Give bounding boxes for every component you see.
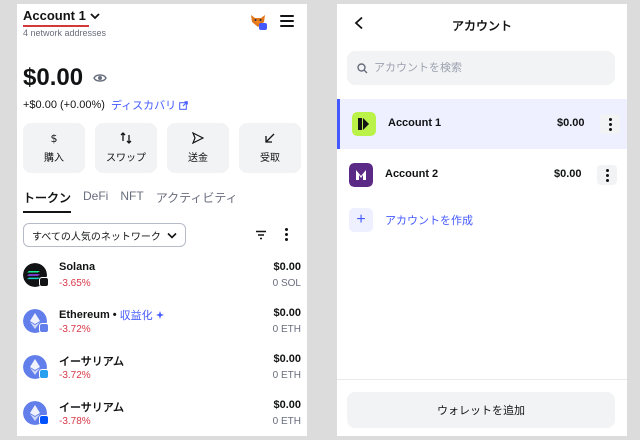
- search-icon: [357, 62, 368, 73]
- account-name: Account 2: [385, 168, 439, 180]
- balance-change-row: +$0.00 (+0.00%) ディスカバリ: [23, 97, 188, 113]
- chevron-down-icon: [90, 12, 100, 19]
- tab-activity[interactable]: アクティビティ: [156, 189, 238, 213]
- token-value: $0.00: [273, 307, 301, 319]
- page-title: アカウント: [451, 19, 512, 33]
- dollar-icon: $: [51, 132, 58, 144]
- token-amount: 0 SOL: [272, 278, 301, 289]
- account-balance: $0.00: [557, 117, 585, 129]
- token-value: $0.00: [273, 261, 301, 273]
- send-label: 送金: [188, 153, 208, 164]
- token-amount: 0 ETH: [272, 370, 301, 381]
- token-row[interactable]: Solana -3.65% $0.00 0 SOL: [23, 261, 301, 299]
- wallet-home-panel: Account 1 4 network addresses $0.00 +$0.…: [17, 4, 307, 436]
- swap-icon: [120, 132, 132, 144]
- divider: [337, 379, 627, 380]
- external-link-icon: [179, 100, 188, 110]
- account-search[interactable]: [347, 51, 615, 85]
- network-addresses[interactable]: 4 network addresses: [23, 28, 106, 38]
- discover-link[interactable]: ディスカバリ: [111, 97, 188, 113]
- svg-text:$: $: [51, 132, 58, 144]
- earn-link[interactable]: 収益化: [120, 307, 153, 323]
- discover-label: ディスカバリ: [110, 100, 177, 112]
- token-value: $0.00: [273, 353, 301, 365]
- buy-button[interactable]: $ 購入: [23, 123, 85, 173]
- network-filter-label: すべての人気のネットワーク: [32, 231, 161, 243]
- account-list-item[interactable]: Account 2 $0.00: [337, 150, 627, 200]
- token-name: Ethereum • 収益化: [59, 307, 164, 323]
- account-avatar-icon: [349, 163, 373, 187]
- search-input[interactable]: [374, 62, 594, 74]
- token-name: Solana: [59, 261, 96, 273]
- menu-hamburger-icon[interactable]: [280, 15, 294, 30]
- fox-avatar-icon[interactable]: [249, 12, 267, 30]
- token-name: イーサリアム: [59, 402, 125, 414]
- network-filter-select[interactable]: すべての人気のネットワーク: [23, 223, 186, 247]
- account-options-icon[interactable]: [597, 165, 617, 185]
- receive-button[interactable]: 受取: [239, 123, 301, 173]
- send-button[interactable]: 送金: [167, 123, 229, 173]
- network-badge-icon: [39, 369, 49, 379]
- swap-button[interactable]: スワップ: [95, 123, 157, 173]
- account-header[interactable]: Account 1 4 network addresses: [23, 8, 106, 38]
- network-badge-icon: [39, 415, 49, 425]
- account-underline: [23, 25, 89, 27]
- account-balance: $0.00: [554, 168, 582, 180]
- token-name: イーサリアム: [59, 356, 125, 368]
- token-row[interactable]: Ethereum • 収益化 -3.72% $0.00 0 ETH: [23, 307, 301, 345]
- network-badge-icon: [39, 277, 49, 287]
- more-options-icon[interactable]: [285, 228, 289, 243]
- tab-nft[interactable]: NFT: [120, 189, 143, 213]
- token-change: -3.72%: [59, 370, 91, 381]
- token-change: -3.72%: [59, 324, 91, 335]
- action-buttons: $ 購入 スワップ 送金 受取: [23, 123, 301, 173]
- create-account-label: アカウントを作成: [385, 215, 473, 227]
- plus-icon: +: [349, 208, 373, 232]
- balance-value: $0.00: [23, 64, 84, 91]
- sort-filter-icon[interactable]: [255, 229, 267, 241]
- buy-label: 購入: [44, 153, 64, 164]
- network-badge-icon: [39, 323, 49, 333]
- eye-icon[interactable]: [93, 71, 107, 85]
- token-row[interactable]: イーサリアム -3.78% $0.00 0 ETH: [23, 399, 301, 436]
- token-amount: 0 ETH: [272, 324, 301, 335]
- token-value: $0.00: [273, 399, 301, 411]
- token-change: -3.78%: [59, 416, 91, 427]
- token-change: -3.65%: [59, 278, 91, 289]
- send-icon: [192, 132, 204, 144]
- account-name: Account 1: [23, 8, 86, 23]
- asset-tabs: トークン DeFi NFT アクティビティ: [23, 189, 238, 213]
- token-row[interactable]: イーサリアム -3.72% $0.00 0 ETH: [23, 353, 301, 391]
- account-options-icon[interactable]: [600, 114, 620, 134]
- account-name: Account 1: [388, 117, 442, 129]
- account-list-item[interactable]: Account 1 $0.00: [337, 99, 627, 149]
- receive-icon: [265, 133, 275, 143]
- filter-row: すべての人気のネットワーク: [23, 223, 301, 249]
- swap-label: スワップ: [106, 153, 146, 164]
- balance-change: +$0.00 (+0.00%): [23, 99, 105, 111]
- accounts-panel: アカウント Account 1 $0.00 Account 2 $0.00 + …: [337, 4, 627, 436]
- chevron-down-icon: [167, 232, 177, 239]
- receive-label: 受取: [260, 153, 280, 164]
- token-amount: 0 ETH: [272, 416, 301, 427]
- total-balance: $0.00: [23, 64, 107, 92]
- tab-defi[interactable]: DeFi: [83, 189, 108, 213]
- sparkle-icon: [155, 311, 164, 319]
- account-selector[interactable]: Account 1: [23, 8, 106, 23]
- create-account-button[interactable]: + アカウントを作成: [349, 208, 473, 232]
- tab-tokens[interactable]: トークン: [23, 189, 72, 213]
- account-avatar-icon: [352, 112, 376, 136]
- add-wallet-button[interactable]: ウォレットを追加: [347, 392, 615, 428]
